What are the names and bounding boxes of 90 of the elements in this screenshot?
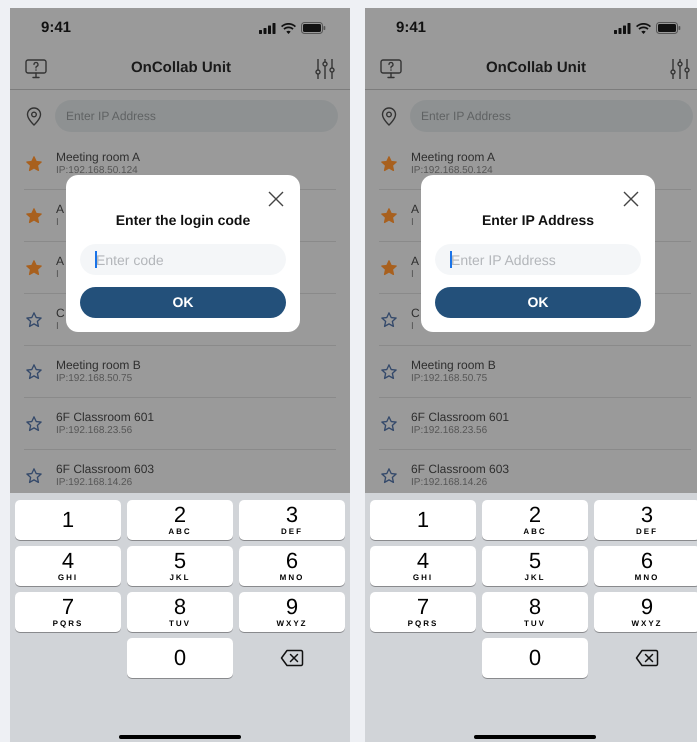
star-icon[interactable] [25, 362, 43, 380]
code-field[interactable]: Enter IP Address [435, 244, 641, 275]
room-ip: I [411, 216, 415, 230]
keypad-key[interactable]: 9 WXYZ [594, 592, 697, 632]
room-ip: I [56, 320, 60, 334]
star-icon[interactable] [380, 414, 398, 432]
backspace-icon[interactable] [635, 649, 659, 667]
room-name: A [56, 254, 64, 269]
keypad-key[interactable]: 3 DEF [239, 500, 345, 540]
keypad-key[interactable]: 0 [482, 638, 588, 678]
keypad-key[interactable]: 0 [127, 638, 233, 678]
room-name: C [56, 306, 65, 321]
room-name: Meeting room A [411, 150, 496, 165]
room-ip: I [56, 268, 60, 282]
star-icon[interactable] [380, 258, 398, 276]
keypad-key[interactable]: 1 [370, 500, 476, 540]
app-title: OnCollab Unit [486, 58, 586, 78]
battery-icon [656, 22, 681, 34]
ok-button[interactable]: OK [80, 287, 286, 318]
keypad-key[interactable]: 2 ABC [482, 500, 588, 540]
keypad-key[interactable]: 5 JKL [127, 546, 233, 586]
status-time: 9:41 [396, 18, 426, 38]
signal-icon [614, 22, 631, 34]
room-name: 6F Classroom 603 [411, 462, 510, 477]
keypad-key[interactable]: 4 GHI [15, 546, 121, 586]
close-icon[interactable] [268, 191, 284, 207]
room-name: 6F Classroom 603 [56, 462, 154, 477]
room-name: 6F Classroom 601 [56, 410, 154, 425]
room-name: A [56, 202, 64, 217]
room-ip: IP:192.168.50.75 [411, 372, 488, 386]
keypad-key[interactable]: 2 ABC [127, 500, 233, 540]
room-name: A [411, 254, 420, 269]
star-icon[interactable] [380, 310, 398, 328]
keypad-key[interactable]: 8 TUV [482, 592, 588, 632]
room-ip: IP:192.168.50.75 [56, 372, 134, 386]
room-ip: IP:192.168.14.26 [411, 476, 488, 490]
monitor-help-icon[interactable] [25, 58, 47, 78]
ok-button[interactable]: OK [435, 287, 641, 318]
room-ip: I [411, 320, 415, 334]
room-ip: IP:192.168.50.124 [56, 164, 139, 178]
room-ip: I [56, 216, 60, 230]
star-icon[interactable] [25, 258, 43, 276]
app-title: OnCollab Unit [131, 58, 231, 78]
room-name: C [411, 306, 420, 321]
status-time: 9:41 [41, 18, 72, 38]
dialog-title: Enter the login code [116, 211, 250, 230]
room-ip: IP:192.168.14.26 [56, 476, 134, 490]
keypad-key[interactable]: 7 PQRS [370, 592, 476, 632]
star-icon[interactable] [25, 154, 43, 172]
keypad-key[interactable]: 6 MNO [594, 546, 697, 586]
keypad-key[interactable]: 9 WXYZ [239, 592, 345, 632]
star-icon[interactable] [25, 414, 43, 432]
room-name: 6F Classroom 601 [411, 410, 510, 425]
dialog-title: Enter IP Address [482, 211, 594, 230]
star-icon[interactable] [25, 206, 43, 224]
star-icon[interactable] [380, 154, 398, 172]
room-ip: IP:192.168.23.56 [56, 424, 134, 438]
room-name: Meeting room B [56, 358, 141, 373]
battery-icon [301, 22, 326, 34]
keypad-key[interactable]: 6 MNO [239, 546, 345, 586]
star-icon[interactable] [380, 466, 398, 484]
room-name: A [411, 202, 420, 217]
text-cursor [450, 251, 452, 268]
room-name: Meeting room B [411, 358, 496, 373]
star-icon[interactable] [25, 310, 43, 328]
star-icon[interactable] [25, 466, 43, 484]
star-icon[interactable] [380, 362, 398, 380]
text-cursor [95, 251, 96, 268]
sliders-icon[interactable] [315, 58, 335, 80]
keypad-key[interactable]: 7 PQRS [15, 592, 121, 632]
wifi-icon [636, 22, 651, 34]
room-ip: IP:192.168.50.124 [411, 164, 494, 178]
backspace-icon[interactable] [280, 649, 304, 667]
keypad-key[interactable]: 3 DEF [594, 500, 697, 540]
location-pin-icon [25, 106, 43, 126]
room-ip: I [411, 268, 415, 282]
code-field[interactable]: Enter code [80, 244, 286, 275]
keypad-key[interactable]: 5 JKL [482, 546, 588, 586]
location-pin-icon [380, 106, 398, 126]
star-icon[interactable] [380, 206, 398, 224]
room-ip: IP:192.168.23.56 [411, 424, 488, 438]
keypad-key[interactable]: 4 GHI [370, 546, 476, 586]
keypad-key[interactable]: 8 TUV [127, 592, 233, 632]
room-name: Meeting room A [56, 150, 140, 165]
sliders-icon[interactable] [670, 58, 690, 80]
wifi-icon [281, 22, 296, 34]
close-icon[interactable] [623, 191, 639, 207]
signal-icon [259, 22, 276, 34]
keypad-key[interactable]: 1 [15, 500, 121, 540]
monitor-help-icon[interactable] [380, 58, 402, 78]
